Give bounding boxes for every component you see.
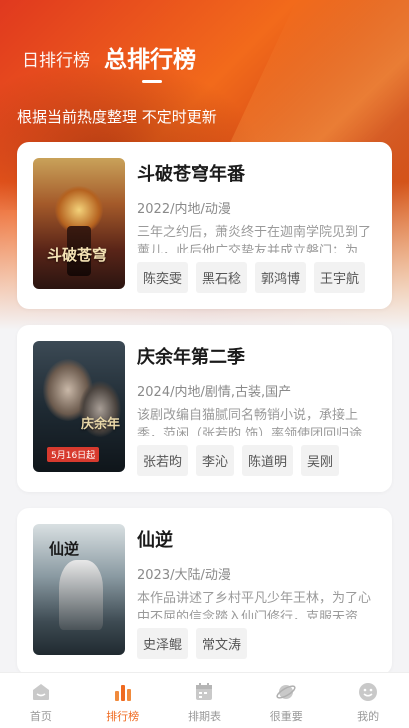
bottom-tab-bar: 首页 排行榜 排期表 很重要 我的: [0, 672, 409, 728]
item-description: 该剧改编自猫腻同名畅销小说，承接上季，范闲（张若昀 饰）率领使团回归途 …: [137, 408, 363, 436]
smiley-icon: [359, 683, 378, 701]
item-meta: 2024/内地/剧情,古装,国产: [137, 385, 292, 400]
home-icon: [32, 684, 49, 700]
tab-schedule[interactable]: 排期表: [164, 673, 244, 728]
tab-ranking[interactable]: 排行榜: [83, 673, 163, 728]
cast-chip[interactable]: 黑石稔: [196, 262, 248, 293]
tab-important[interactable]: 很重要: [246, 673, 326, 728]
tab-label: 首页: [29, 710, 52, 723]
item-meta: 2023/大陆/动漫: [137, 568, 231, 583]
poster-image: 庆余年 5月16日起: [33, 341, 125, 472]
cast-chip[interactable]: 王宇航: [314, 262, 366, 293]
item-description: 本作品讲述了乡村平凡少年王林，为了心中不屈的信念踏入仙门修行，克服天资…: [137, 591, 372, 619]
poster-date-badge: 5月16日起: [47, 447, 100, 462]
page-subtitle: 根据当前热度整理 不定时更新: [17, 108, 217, 126]
item-title: 仙逆: [137, 530, 173, 551]
cast-chip[interactable]: 陈奕雯: [137, 262, 189, 293]
list-item[interactable]: 仙逆 仙逆 2023/大陆/动漫 本作品讲述了乡村平凡少年王林，为了心中不屈的信…: [17, 508, 392, 675]
tab-indicator: [142, 80, 162, 83]
calendar-icon: [196, 683, 213, 700]
item-title: 庆余年第二季: [137, 347, 245, 368]
tab-label: 我的: [357, 710, 380, 723]
cast-list: 张若昀 李沁 陈道明 吴刚: [137, 445, 376, 476]
poster-image: 斗破苍穹: [33, 158, 125, 289]
tab-total[interactable]: 总排行榜: [104, 40, 196, 74]
ranking-list: 斗破苍穹 斗破苍穹年番 2022/内地/动漫 三年之约后，萧炎终于在迦南学院见到…: [17, 142, 392, 691]
cast-chip[interactable]: 张若昀: [137, 445, 189, 476]
item-meta: 2022/内地/动漫: [137, 202, 231, 217]
poster-image: 仙逆: [33, 524, 125, 655]
ranking-tabs: 日排行榜 总排行榜: [22, 40, 196, 74]
list-item[interactable]: 庆余年 5月16日起 庆余年第二季 2024/内地/剧情,古装,国产 该剧改编自…: [17, 325, 392, 492]
tab-label: 排期表: [187, 710, 221, 723]
item-description: 三年之约后，萧炎终于在迦南学院见到了薰儿，此后他广交挚友并成立磐门；为…: [137, 225, 372, 253]
tab-label: 很重要: [269, 710, 303, 723]
tab-home[interactable]: 首页: [1, 673, 81, 728]
cast-chip[interactable]: 常文涛: [196, 628, 248, 659]
cast-chip[interactable]: 郭鸿博: [255, 262, 307, 293]
planet-icon: [276, 685, 296, 699]
bar-chart-icon: [114, 685, 131, 701]
cast-list: 史泽鲲 常文涛: [137, 628, 376, 659]
cast-chip[interactable]: 李沁: [196, 445, 235, 476]
item-title: 斗破苍穹年番: [137, 164, 245, 185]
cast-chip[interactable]: 史泽鲲: [137, 628, 189, 659]
tab-daily[interactable]: 日排行榜: [22, 46, 90, 74]
cast-chip[interactable]: 吴刚: [301, 445, 340, 476]
list-item[interactable]: 斗破苍穹 斗破苍穹年番 2022/内地/动漫 三年之约后，萧炎终于在迦南学院见到…: [17, 142, 392, 309]
cast-chip[interactable]: 陈道明: [242, 445, 294, 476]
tab-label: 排行榜: [106, 710, 140, 723]
tab-mine[interactable]: 我的: [328, 673, 408, 728]
cast-list: 陈奕雯 黑石稔 郭鸿博 王宇航: [137, 262, 376, 293]
